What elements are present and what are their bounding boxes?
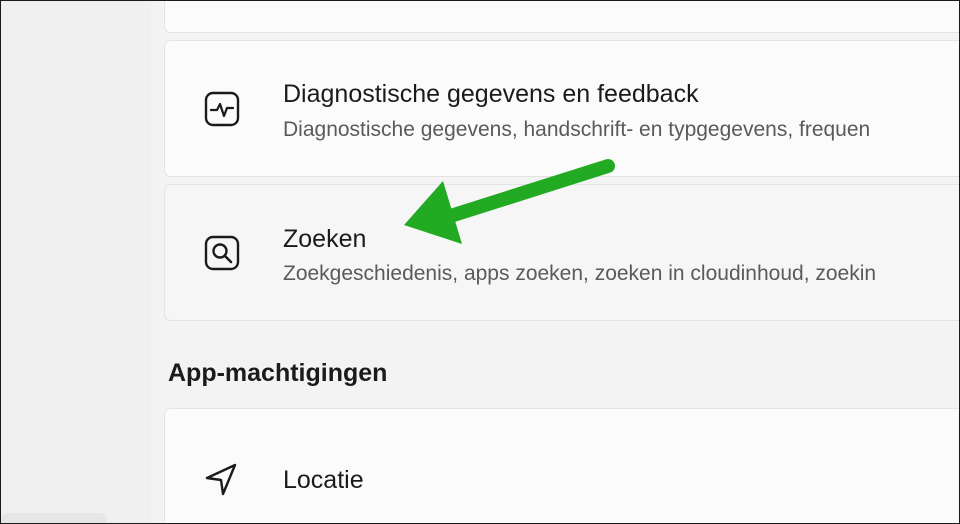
settings-card-partial[interactable] (164, 1, 959, 33)
location-card[interactable]: Locatie (164, 408, 959, 523)
search-description: Zoekgeschiedenis, apps zoeken, zoeken in… (283, 262, 877, 285)
navigation-sidebar (1, 1, 151, 523)
search-settings-card[interactable]: Zoeken Zoekgeschiedenis, apps zoeken, zo… (164, 184, 959, 321)
search-title: Zoeken (283, 225, 367, 253)
location-title: Locatie (283, 466, 364, 494)
location-arrow-icon (205, 463, 237, 496)
diagnostics-pulse-icon (204, 91, 240, 127)
settings-window: Diagnostische gegevens en feedback Diagn… (0, 0, 960, 524)
app-permissions-heading: App-machtigingen (168, 359, 388, 387)
diagnostics-title: Diagnostische gegevens en feedback (283, 80, 699, 108)
diagnostics-description: Diagnostische gegevens, handschrift- en … (283, 118, 871, 141)
diagnostics-feedback-card[interactable]: Diagnostische gegevens en feedback Diagn… (164, 40, 959, 177)
sidebar-item-partial[interactable] (1, 513, 107, 523)
search-icon (204, 235, 240, 271)
